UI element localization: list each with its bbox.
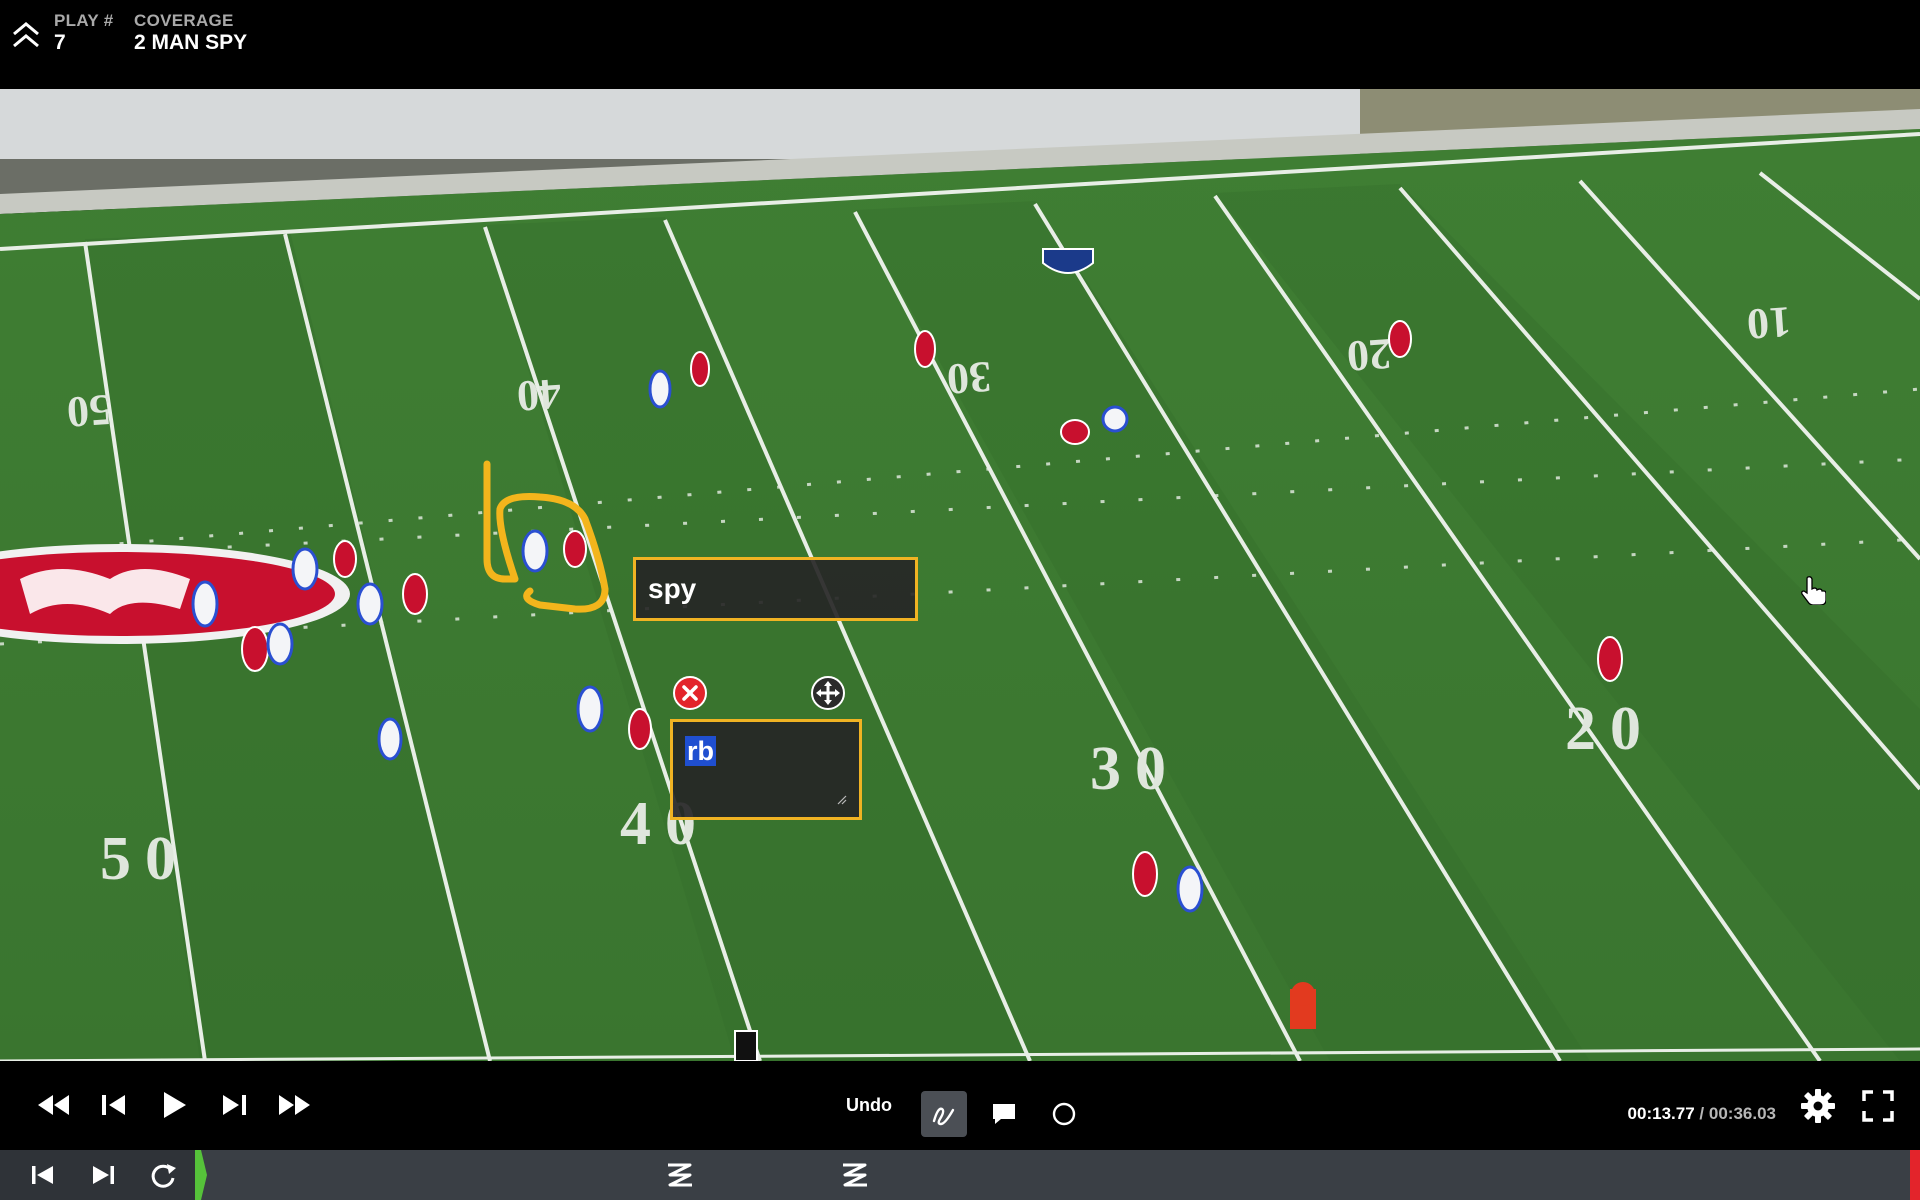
loop-icon	[151, 1164, 176, 1188]
yard-number: 20	[1565, 695, 1655, 763]
playhead-start-marker[interactable]	[195, 1150, 207, 1200]
rewind-icon	[38, 1095, 69, 1115]
annotation-text-editor[interactable]: rb	[670, 719, 862, 820]
draw-marker-icon[interactable]	[662, 1157, 696, 1193]
play-number-label: PLAY #	[54, 11, 114, 30]
circle-tool-button[interactable]	[1041, 1091, 1087, 1137]
loop-button[interactable]	[146, 1158, 180, 1192]
step-back-icon	[102, 1095, 125, 1115]
yard-number: 40	[515, 369, 562, 421]
yard-number: 10	[1745, 297, 1792, 349]
total-time: 00:36.03	[1708, 1104, 1776, 1123]
fast-forward-button[interactable]	[272, 1083, 316, 1127]
annotation-editor-text[interactable]: rb	[685, 736, 716, 766]
coverage-value: 2 MAN SPY	[134, 31, 248, 54]
undo-button[interactable]: Undo	[846, 1095, 892, 1116]
settings-icon	[1801, 1089, 1835, 1123]
resize-grip-icon[interactable]	[837, 795, 847, 805]
skip-start-button[interactable]	[26, 1158, 60, 1192]
step-forward-icon	[223, 1095, 246, 1115]
close-icon	[682, 685, 698, 701]
move-icon	[816, 681, 840, 705]
player-controls: Undo 00:13.77 / 00:36.03	[0, 1061, 1920, 1150]
top-bar: PLAY # 7 COVERAGE 2 MAN SPY	[0, 0, 1920, 89]
annotation-label-text: spy	[648, 573, 697, 604]
comment-tool-button[interactable]	[981, 1091, 1027, 1137]
move-annotation-button[interactable]	[811, 676, 845, 710]
timeline-track[interactable]	[195, 1150, 1920, 1200]
coverage-label: COVERAGE	[134, 11, 234, 30]
rewind-button[interactable]	[32, 1083, 76, 1127]
yard-number: 30	[945, 352, 992, 404]
draw-marker-icon[interactable]	[837, 1157, 871, 1193]
football-field: 50 40 30 20 10 50 40 30 20	[0, 89, 1920, 1061]
timeline	[0, 1150, 1920, 1200]
settings-button[interactable]	[1796, 1084, 1840, 1128]
fullscreen-button[interactable]	[1856, 1084, 1900, 1128]
step-forward-button[interactable]	[212, 1083, 256, 1127]
skip-end-button[interactable]	[86, 1158, 120, 1192]
fullscreen-icon	[1862, 1090, 1894, 1122]
fast-forward-icon	[279, 1095, 310, 1115]
draw-tool-icon	[932, 1107, 955, 1126]
yard-number: 20	[1345, 329, 1392, 381]
timeline-end-marker	[1910, 1150, 1920, 1200]
play-number-value: 7	[54, 31, 66, 54]
skip-start-icon	[32, 1166, 53, 1184]
collapse-chevron-icon[interactable]	[10, 18, 42, 54]
play-icon	[164, 1092, 186, 1118]
yard-number: 30	[1090, 735, 1180, 803]
draw-tool-button[interactable]	[921, 1091, 967, 1137]
time-display: 00:13.77 / 00:36.03	[1628, 1104, 1776, 1124]
comment-tool-icon	[993, 1104, 1015, 1124]
step-back-button[interactable]	[92, 1083, 136, 1127]
yard-number: 50	[100, 825, 190, 893]
circle-tool-icon	[1052, 1102, 1076, 1126]
skip-end-icon	[93, 1166, 114, 1184]
annotation-label[interactable]: spy	[633, 557, 918, 621]
video-frame[interactable]: 50 40 30 20 10 50 40 30 20 spy rb	[0, 89, 1920, 1061]
delete-annotation-button[interactable]	[673, 676, 707, 710]
play-button[interactable]	[152, 1083, 196, 1127]
hand-cursor-icon	[1801, 576, 1826, 605]
yard-number: 50	[65, 385, 112, 437]
time-separator: /	[1699, 1104, 1705, 1123]
current-time: 00:13.77	[1627, 1104, 1695, 1123]
